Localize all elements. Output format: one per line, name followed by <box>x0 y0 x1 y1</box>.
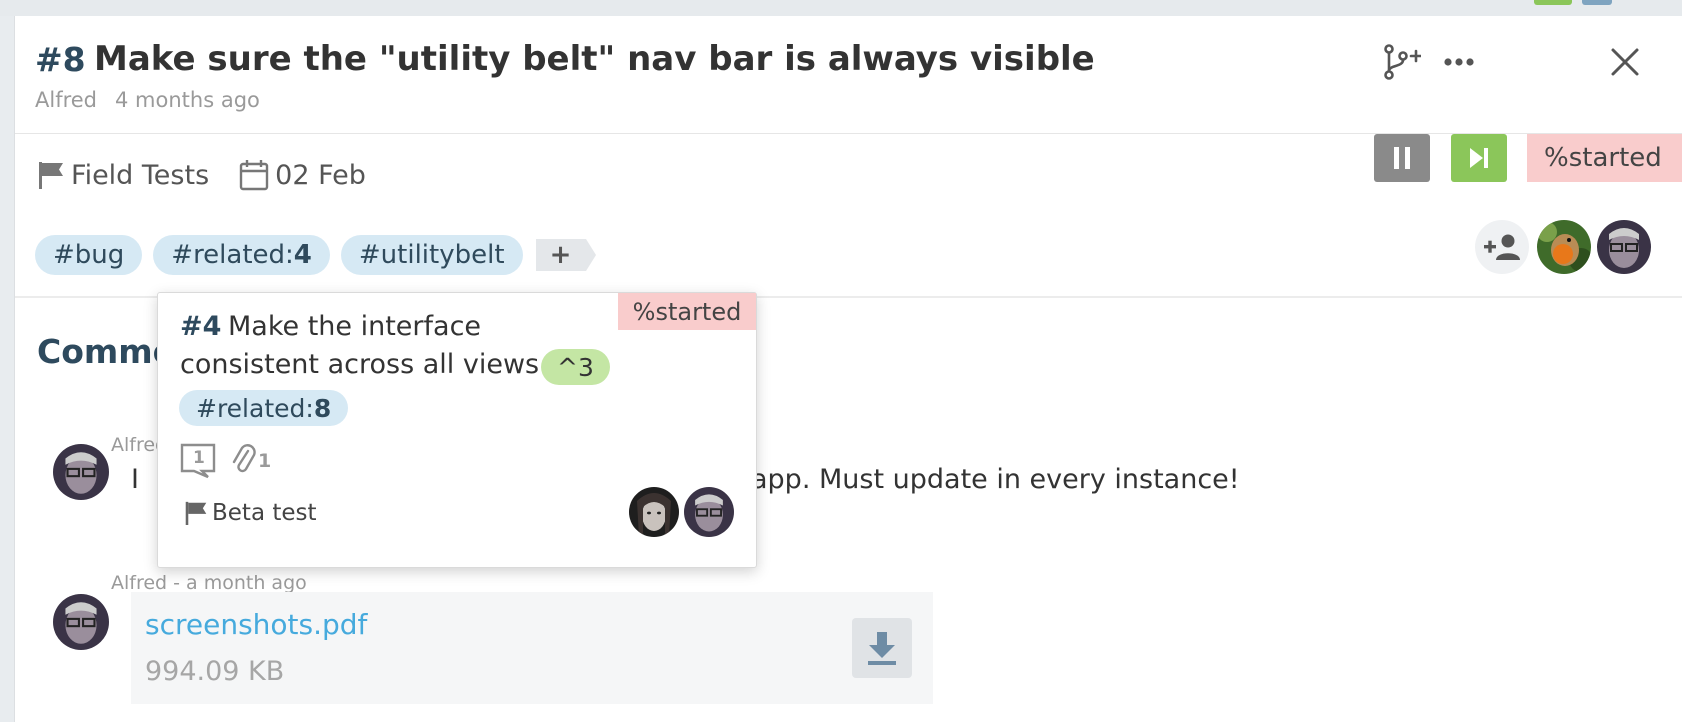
flag-icon <box>185 501 207 525</box>
add-tag-button[interactable]: + <box>535 239 596 271</box>
pause-icon <box>1394 147 1410 169</box>
tag-list: #bug #related: 4 #utilitybelt + <box>35 235 596 275</box>
due-date-label: 02 Feb <box>275 159 366 191</box>
top-strip <box>0 0 1682 16</box>
popover-avatar-woman[interactable] <box>629 487 679 537</box>
strip-chip-blue <box>1582 0 1612 5</box>
avatar-alfred[interactable] <box>1597 220 1651 274</box>
linked-issue-popover[interactable]: %started #4 Make the interface consisten… <box>157 292 757 568</box>
popover-milestone: Beta test <box>184 500 317 526</box>
popover-counts: 1 1 <box>180 443 271 479</box>
flag-icon <box>39 162 63 189</box>
popover-status-badge: %started <box>618 293 756 330</box>
due-date[interactable]: 02 Feb <box>239 159 366 191</box>
add-person-icon <box>1484 234 1520 260</box>
download-button[interactable] <box>852 618 912 678</box>
issue-author[interactable]: Alfred <box>35 88 97 112</box>
comment-count-icon: 1 <box>180 443 216 479</box>
complete-button[interactable] <box>1451 134 1507 182</box>
add-member-button[interactable] <box>1475 220 1529 274</box>
issue-created: 4 months ago <box>115 88 260 112</box>
tag-bug[interactable]: #bug <box>35 235 143 275</box>
more-icon[interactable] <box>1441 42 1477 82</box>
popover-issue-title-cont[interactable]: consistent across all views <box>180 349 539 380</box>
milestone-label: Field Tests <box>71 159 210 191</box>
issue-meta: Alfred 4 months ago <box>35 88 260 112</box>
branch-add-icon[interactable] <box>1379 42 1423 82</box>
comment-text: app. Must update in every instance! <box>751 464 1240 495</box>
popover-issue-number: #4 <box>180 311 222 342</box>
paperclip-icon <box>232 443 256 479</box>
attachment-count: 1 <box>258 450 272 472</box>
issue-panel: #8 Make sure the "utility belt" nav bar … <box>14 16 1682 722</box>
issue-number: #8 <box>35 40 86 79</box>
issue-header: #8 Make sure the "utility belt" nav bar … <box>15 16 1682 134</box>
tag-related[interactable]: #related: 4 <box>153 235 330 275</box>
popover-avatar-alfred[interactable] <box>684 487 734 537</box>
status-badge[interactable]: %started <box>1527 134 1682 182</box>
attachment-file-name[interactable]: screenshots.pdf <box>145 608 367 641</box>
comment-avatar <box>53 444 109 500</box>
milestone[interactable]: Field Tests <box>37 160 209 191</box>
popover-tag-related[interactable]: #related: 8 <box>179 390 349 426</box>
skip-forward-icon <box>1470 148 1488 168</box>
tag-utilitybelt[interactable]: #utilitybelt <box>340 235 523 275</box>
comment-avatar <box>53 594 109 650</box>
download-icon <box>868 632 896 665</box>
attachment-file-size: 994.09 KB <box>145 656 285 687</box>
comment-author: Alfred - a month ago <box>111 572 307 594</box>
issue-title[interactable]: Make sure the "utility belt" nav bar is … <box>94 39 1095 79</box>
avatar-robin[interactable] <box>1537 220 1591 274</box>
close-icon[interactable] <box>1605 42 1645 82</box>
comment-text-start: I <box>131 464 139 495</box>
calendar-icon <box>239 160 269 191</box>
pause-button[interactable] <box>1374 134 1430 182</box>
attachment: screenshots.pdf 994.09 KB <box>131 592 933 704</box>
strip-chip-green <box>1534 0 1572 5</box>
popover-issue-title[interactable]: Make the interface <box>228 311 481 342</box>
popover-points-badge: ^3 <box>541 349 610 385</box>
popover-milestone-label: Beta test <box>212 500 317 526</box>
issue-properties: Field Tests 02 Feb <box>37 152 396 198</box>
